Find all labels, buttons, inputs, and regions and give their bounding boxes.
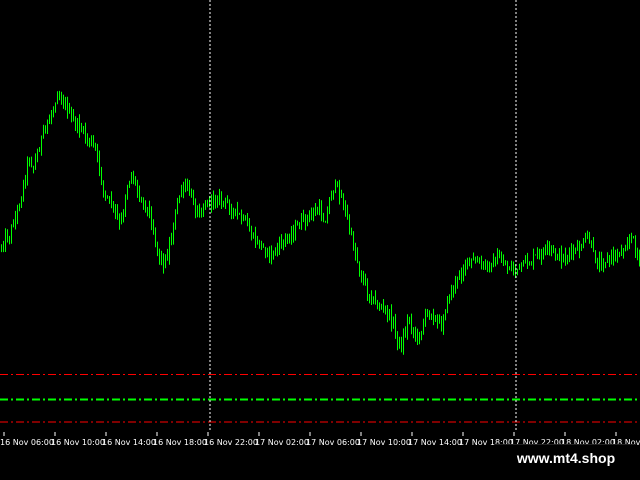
time-axis-label: 16 Nov 14:00 (102, 438, 156, 447)
time-axis-label: 17 Nov 14:00 (408, 438, 462, 447)
time-axis-label: 16 Nov 10:00 (51, 438, 105, 447)
time-axis-label: 17 Nov 06:00 (306, 438, 360, 447)
watermark-label: www.mt4.shop (496, 444, 636, 471)
time-axis-label: 17 Nov 02:00 (255, 438, 309, 447)
chart-background (0, 0, 640, 480)
time-axis-label: 16 Nov 06:00 (0, 438, 54, 447)
price-chart[interactable]: 16 Nov 06:0016 Nov 10:0016 Nov 14:0016 N… (0, 0, 640, 480)
time-axis-label: 16 Nov 22:00 (204, 438, 258, 447)
time-axis-label: 17 Nov 10:00 (357, 438, 411, 447)
time-axis-label: 16 Nov 18:00 (153, 438, 207, 447)
